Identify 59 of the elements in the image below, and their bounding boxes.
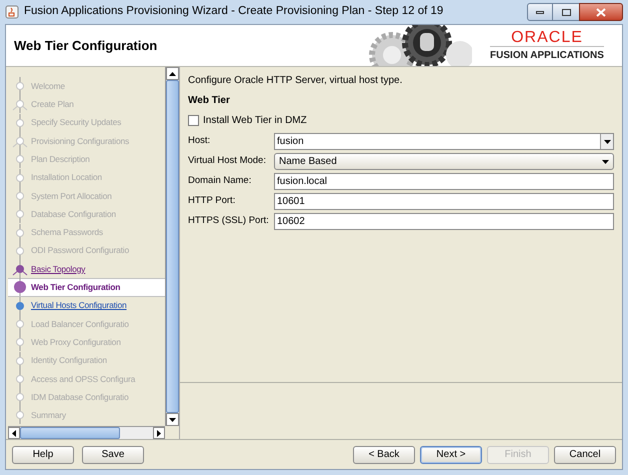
step-node-icon (12, 95, 28, 114)
down-arrow-icon (169, 418, 176, 422)
wizard-step[interactable]: Load Balancer Configuratio (8, 314, 165, 334)
wizard-step[interactable]: Welcome (8, 77, 165, 96)
text-field[interactable]: fusion.local (274, 173, 614, 190)
wizard-step[interactable]: Specify Security Updates (8, 114, 165, 132)
window-title: Fusion Applications Provisioning Wizard - Create Provisioning Plan - Step 12 of 19 (24, 4, 444, 20)
wizard-step[interactable]: System Port Allocation (8, 186, 165, 206)
wizard-step[interactable]: ODI Password Configuratio (8, 242, 165, 260)
field-label: Virtual Host Mode: (188, 154, 267, 168)
step-node-icon (12, 260, 28, 278)
up-arrow-icon (169, 72, 176, 76)
wizard-button[interactable]: Cancel (554, 446, 616, 464)
wizard-step[interactable]: Schema Passwords (8, 223, 165, 242)
wizard-step[interactable]: Database Configuration (8, 205, 165, 224)
wizard-step[interactable]: Plan Description (8, 150, 165, 168)
wizard-step[interactable]: IDM Database Configuratio (8, 388, 165, 406)
close-button[interactable] (579, 3, 623, 21)
intro-text: Configure Oracle HTTP Server, virtual host type. (188, 74, 404, 88)
wizard-step[interactable]: Web Tier Configuration (8, 278, 165, 297)
dropdown-arrow-icon (604, 140, 610, 144)
minimize-button[interactable] (527, 3, 553, 21)
vertical-scrollbar[interactable] (165, 67, 179, 426)
field-label: Host: (188, 134, 212, 148)
wizard-step[interactable]: Create Plan (8, 95, 165, 114)
field-label: HTTP Port: (188, 194, 236, 208)
maximize-button[interactable] (553, 3, 579, 21)
right-arrow-icon (157, 430, 161, 436)
close-icon (596, 8, 606, 16)
brand-logo: ORACLE (511, 28, 583, 46)
product-name: FUSION APPLICATIONS (490, 46, 604, 62)
step-node-icon (12, 278, 28, 296)
left-arrow-icon (12, 430, 16, 436)
dmz-checkbox[interactable] (188, 115, 199, 126)
page-title: Web Tier Configuration (14, 36, 158, 55)
wizard-button[interactable]: Save (82, 446, 144, 464)
java-cup-icon (5, 5, 19, 19)
wizard-step[interactable]: Web Proxy Configuration (8, 333, 165, 352)
wizard-step[interactable]: Identity Configuration (8, 351, 165, 370)
wizard-step[interactable]: Summary (8, 406, 165, 425)
wizard-step[interactable]: Provisioning Configurations (8, 132, 165, 150)
wizard-step[interactable]: Basic Topology (8, 260, 165, 278)
wizard-button[interactable]: Next > (420, 446, 482, 464)
wizard-button[interactable]: < Back (353, 446, 415, 464)
field-label: HTTPS (SSL) Port: (188, 214, 270, 228)
horizontal-scrollbar[interactable] (8, 426, 165, 439)
wizard-step[interactable]: Access and OPSS Configura (8, 370, 165, 388)
wizard-step[interactable]: Virtual Hosts Configuration (8, 296, 165, 315)
text-field[interactable]: 10601 (274, 193, 614, 210)
dropdown-arrow-icon (602, 160, 609, 164)
wizard-step[interactable]: Installation Location (8, 168, 165, 187)
field-label: Domain Name: (188, 174, 252, 188)
step-node-icon (12, 132, 28, 150)
wizard-button[interactable]: Help (12, 446, 74, 464)
mode-dropdown[interactable]: Name Based (274, 153, 614, 170)
text-field[interactable]: 10602 (274, 213, 614, 230)
section-heading: Web Tier (188, 94, 231, 108)
host-combo-box[interactable]: fusion (274, 133, 614, 150)
checkbox-label: Install Web Tier in DMZ (203, 114, 307, 128)
